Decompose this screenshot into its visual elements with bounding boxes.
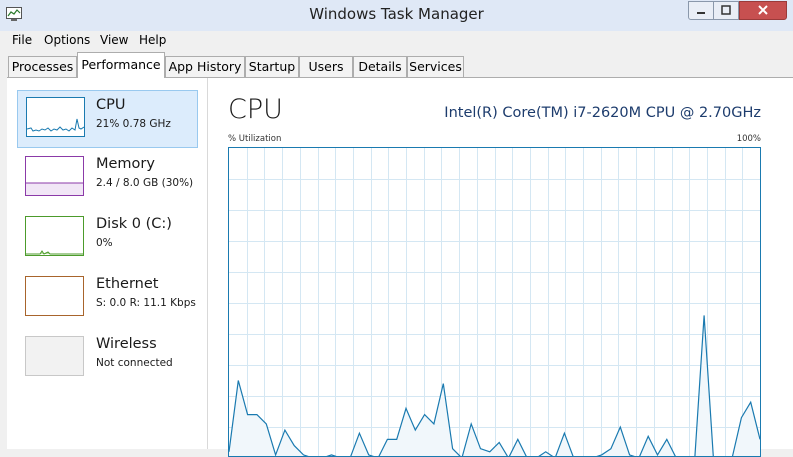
tab-strip: Processes Performance App History Startu…: [0, 51, 793, 78]
close-button[interactable]: [739, 1, 787, 20]
menu-view[interactable]: View: [100, 33, 128, 47]
resource-name-cpu: CPU: [96, 97, 126, 113]
maximize-icon: [721, 5, 731, 15]
cpu-model-name: Intel(R) Core(TM) i7-2620M CPU @ 2.70GHz: [444, 105, 761, 121]
maximize-button[interactable]: [713, 1, 739, 20]
window-title: Windows Task Manager: [309, 5, 484, 23]
resource-detail-ethernet: S: 0.0 R: 11.1 Kbps: [96, 297, 196, 309]
resource-item-ethernet[interactable]: Ethernet S: 0.0 R: 11.1 Kbps: [17, 270, 198, 328]
resource-detail-wireless: Not connected: [96, 357, 173, 369]
menu-file[interactable]: File: [12, 33, 32, 47]
wireless-thumbnail-graph: [25, 336, 84, 376]
resource-name-wireless: Wireless: [96, 336, 157, 352]
utilization-axis-label: % Utilization: [228, 134, 282, 144]
cpu-utilization-chart: [229, 148, 760, 456]
tab-app-history[interactable]: App History: [165, 56, 245, 77]
cpu-thumbnail-graph: [26, 97, 85, 137]
close-icon: [758, 5, 768, 15]
cpu-utilization-graph: [228, 147, 761, 457]
tab-performance[interactable]: Performance: [77, 52, 165, 78]
resource-item-wireless[interactable]: Wireless Not connected: [17, 330, 198, 388]
disk-thumbnail-graph: [25, 216, 84, 256]
cpu-utilization-area: [229, 315, 760, 456]
menu-help[interactable]: Help: [139, 33, 166, 47]
resource-detail-cpu: 21% 0.78 GHz: [96, 118, 171, 130]
cpu-utilization-line: [229, 315, 760, 456]
tab-startup[interactable]: Startup: [245, 56, 299, 77]
utilization-max-label: 100%: [736, 134, 761, 144]
page-title: CPU: [228, 94, 283, 125]
ethernet-thumbnail-graph: [25, 276, 84, 316]
resource-detail-memory: 2.4 / 8.0 GB (30%): [96, 177, 194, 189]
resource-detail-disk: 0%: [96, 237, 113, 249]
pane-divider[interactable]: [207, 78, 208, 449]
resource-name-ethernet: Ethernet: [96, 276, 159, 292]
resource-name-disk: Disk 0 (C:): [96, 216, 172, 232]
memory-thumbnail-graph: [25, 156, 84, 196]
minimize-button[interactable]: [688, 1, 714, 20]
menu-bar: File Options View Help: [0, 31, 793, 51]
menu-options[interactable]: Options: [44, 33, 90, 47]
tab-details[interactable]: Details: [353, 56, 407, 77]
tab-processes[interactable]: Processes: [8, 56, 77, 77]
minimize-icon: [697, 12, 705, 14]
resource-item-cpu[interactable]: CPU 21% 0.78 GHz: [17, 90, 198, 148]
resource-item-memory[interactable]: Memory 2.4 / 8.0 GB (30%): [17, 150, 198, 208]
tab-services[interactable]: Services: [407, 56, 464, 77]
resource-name-memory: Memory: [96, 156, 155, 172]
title-bar: Windows Task Manager: [0, 0, 793, 31]
tab-users[interactable]: Users: [299, 56, 353, 77]
resource-item-disk[interactable]: Disk 0 (C:) 0%: [17, 210, 198, 268]
